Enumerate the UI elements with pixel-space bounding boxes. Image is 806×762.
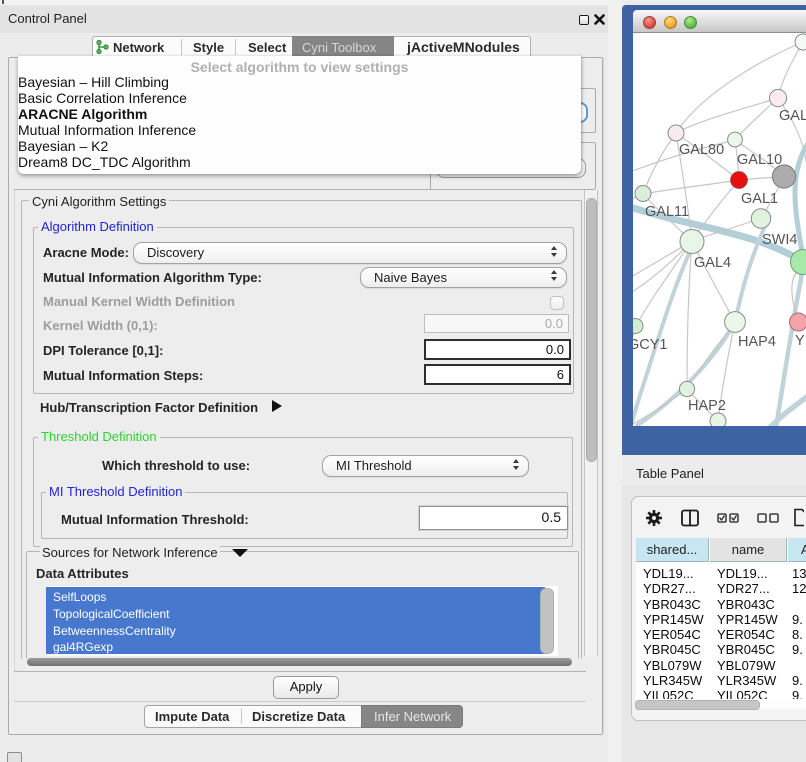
- svg-text:GCY1: GCY1: [633, 337, 668, 353]
- svg-text:GAL80: GAL80: [679, 142, 724, 158]
- svg-text:GAL11: GAL11: [645, 204, 689, 220]
- svg-text:SWI4: SWI4: [762, 232, 797, 248]
- svg-text:HAP4: HAP4: [738, 334, 776, 350]
- svg-text:HAP2: HAP2: [688, 398, 726, 414]
- svg-text:GAL4: GAL4: [694, 255, 731, 271]
- svg-text:Y: Y: [795, 333, 805, 349]
- svg-text:GAL1: GAL1: [741, 191, 778, 207]
- svg-text:GAL10: GAL10: [737, 152, 782, 168]
- svg-text:GAL7: GAL7: [779, 108, 806, 124]
